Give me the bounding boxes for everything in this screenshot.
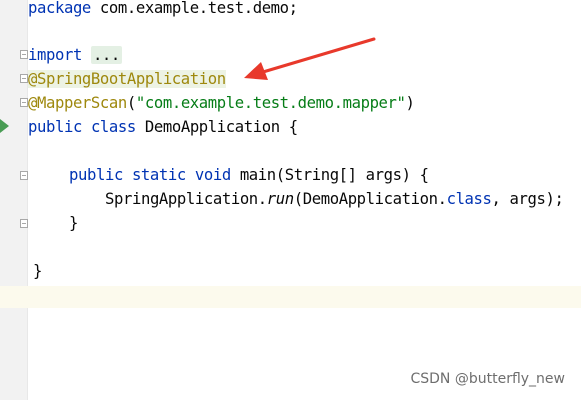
- mapperscan-annotation: @MapperScan: [28, 94, 127, 112]
- keyword: package: [28, 0, 91, 17]
- code-line-method-close: }: [28, 211, 581, 235]
- code-line-springboot-annotation: @SpringBootApplication: [28, 67, 581, 91]
- code-line-class-close: }: [28, 259, 581, 283]
- run-args: , args);: [491, 190, 564, 208]
- package-name: com.example.test.demo;: [90, 0, 298, 17]
- fold-icon[interactable]: [20, 50, 28, 59]
- keyword: class: [90, 118, 136, 136]
- keyword: public: [69, 166, 123, 184]
- fold-icon[interactable]: [20, 171, 28, 180]
- code-line-main-method: public static void main(String[] args) {: [28, 163, 581, 187]
- paren: (: [126, 94, 136, 112]
- keyword: void: [194, 166, 231, 184]
- keyword: public: [28, 118, 82, 136]
- keyword: class: [446, 190, 492, 208]
- springbootapplication-annotation: @SpringBootApplication: [28, 70, 226, 88]
- fold-icon[interactable]: [20, 219, 28, 228]
- run-method: run: [266, 190, 294, 208]
- keyword: static: [131, 166, 186, 184]
- brace: }: [33, 262, 42, 280]
- code-line-package: package com.example.test.demo;: [28, 0, 581, 20]
- code-line-mapperscan: @MapperScan("com.example.test.demo.mappe…: [28, 91, 581, 115]
- folded-imports[interactable]: ...: [90, 46, 122, 64]
- paren: ): [405, 94, 415, 112]
- keyword: import: [28, 46, 82, 64]
- fold-icon[interactable]: [20, 98, 28, 107]
- code-line-import: import ...: [28, 43, 581, 67]
- mapper-package-string: "com.example.test.demo.mapper": [135, 94, 406, 112]
- main-signature: main(String[] args) {: [230, 166, 429, 184]
- spring-application: SpringApplication.: [105, 190, 267, 208]
- run-gutter-icon[interactable]: [0, 119, 9, 133]
- code-editor[interactable]: package com.example.test.demo; import ..…: [28, 0, 581, 400]
- code-line-class-declaration: public class DemoApplication {: [28, 115, 581, 139]
- fold-icon[interactable]: [20, 74, 28, 83]
- editor-gutter: [0, 0, 28, 400]
- code-line-run-call: SpringApplication.run(DemoApplication.cl…: [28, 187, 581, 211]
- brace: }: [69, 214, 78, 232]
- watermark-text: CSDN @butterfly_new: [410, 371, 565, 387]
- class-name: DemoApplication {: [135, 118, 298, 136]
- run-args: (DemoApplication.: [293, 190, 447, 208]
